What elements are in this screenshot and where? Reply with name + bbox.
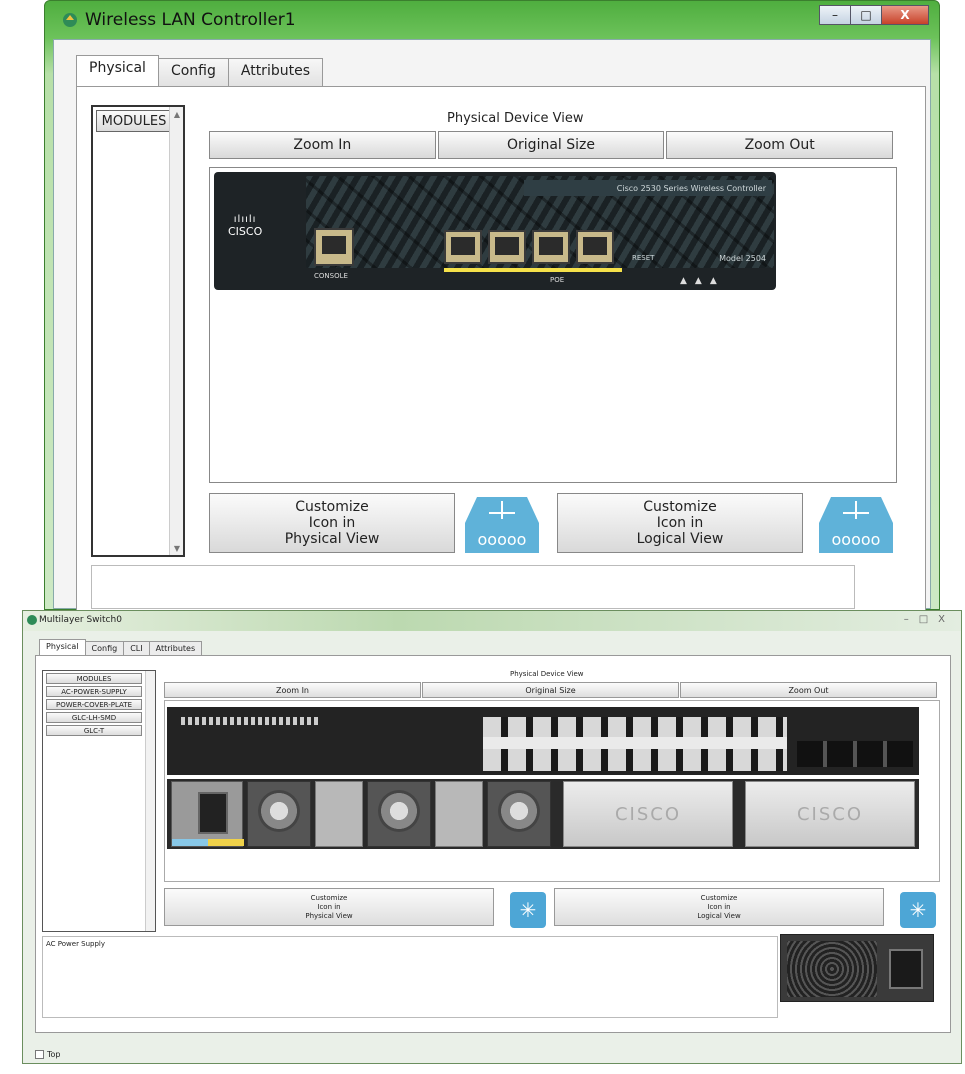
cisco-cover-plate[interactable]: CISCO [745, 781, 915, 847]
switch-rear-panel: CISCO CISCO [167, 779, 919, 849]
wlc-client-area: Physical Config Attributes MODULES ▲ ▼ P… [53, 39, 931, 612]
customize-logical-view-button[interactable]: Customize Icon in Logical View [557, 493, 803, 553]
module-item[interactable]: POWER-COVER-PLATE [46, 699, 142, 710]
tab-attributes[interactable]: Attributes [148, 641, 203, 655]
physical-device-view-title: Physical Device View [510, 670, 584, 678]
ethernet-port-3[interactable] [532, 230, 570, 264]
wlc-window: Wireless LAN Controller1 – □ X Physical … [44, 0, 940, 612]
blank-slot[interactable] [315, 781, 363, 847]
modules-scrollbar[interactable] [145, 671, 155, 931]
original-size-button[interactable]: Original Size [422, 682, 679, 698]
module-item[interactable]: GLC-LH-SMD [46, 712, 142, 723]
close-button[interactable]: X [881, 5, 929, 25]
customize-physical-view-button[interactable]: Customize Icon in Physical View [164, 888, 494, 926]
original-size-button[interactable]: Original Size [437, 131, 665, 159]
wlc-titlebar[interactable]: Wireless LAN Controller1 – □ X [45, 1, 939, 41]
modules-list[interactable]: MODULES AC-POWER-SUPPLY POWER-COVER-PLAT… [42, 670, 156, 932]
zoom-in-button[interactable]: Zoom In [164, 682, 421, 698]
cisco-logo: ılıılı CISCO [228, 214, 263, 238]
modules-list[interactable]: MODULES ▲ ▼ [91, 105, 185, 557]
module-item[interactable]: AC-POWER-SUPPLY [46, 686, 142, 697]
fan-module[interactable] [487, 781, 551, 847]
reset-label: RESET [632, 254, 655, 262]
ethernet-port-1[interactable] [444, 230, 482, 264]
info-textbox[interactable]: AC Power Supply [42, 936, 778, 1018]
ethernet-port-2[interactable] [488, 230, 526, 264]
packet-tracer-icon [27, 615, 37, 625]
tab-attributes[interactable]: Attributes [227, 58, 323, 86]
blank-slot[interactable] [435, 781, 483, 847]
modules-button[interactable]: MODULES [96, 110, 172, 132]
module-item[interactable]: MODULES [46, 673, 142, 684]
scroll-up-icon[interactable]: ▲ [170, 107, 184, 121]
top-checkbox-label: Top [47, 1050, 61, 1059]
zoom-out-button[interactable]: Zoom Out [680, 682, 937, 698]
model-label: Model 2504 [719, 254, 766, 263]
fan-module[interactable] [247, 781, 311, 847]
svg-text:ooooo: ooooo [832, 530, 881, 549]
ethernet-ports [444, 230, 614, 264]
zoom-controls: Zoom In Original Size Zoom Out [164, 682, 938, 698]
window-controls: – □ X [819, 5, 929, 25]
physical-tab-panel: MODULES AC-POWER-SUPPLY POWER-COVER-PLAT… [35, 655, 951, 1033]
info-textbox[interactable] [91, 565, 855, 609]
ethernet-port-4[interactable] [576, 230, 614, 264]
wireless-controller-icon-physical: ooooo [465, 497, 539, 553]
module-item[interactable]: GLC-T [46, 725, 142, 736]
zoom-controls: Zoom In Original Size Zoom Out [209, 131, 895, 159]
top-checkbox[interactable] [35, 1050, 44, 1059]
minimize-button[interactable]: – [819, 5, 851, 25]
multilayer-switch-window: Multilayer Switch0 –□X Physical Config C… [22, 610, 962, 1064]
power-supply-thumbnail [780, 934, 934, 1002]
tab-cli[interactable]: CLI [123, 641, 150, 655]
window-title: Wireless LAN Controller1 [85, 10, 296, 30]
customize-physical-view-button[interactable]: Customize Icon in Physical View [209, 493, 455, 553]
customize-row: Customize Icon in Physical View ooooo Cu… [209, 493, 897, 555]
footer: Top [35, 1050, 61, 1059]
poe-indicator-bar [444, 268, 622, 272]
wireless-controller-front-panel[interactable]: ılıılı CISCO Cisco 2530 Series Wireless … [214, 172, 776, 290]
wireless-controller-icon-logical: ooooo [819, 497, 893, 553]
physical-tab-panel: MODULES ▲ ▼ Physical Device View Zoom In… [76, 86, 926, 612]
window-controls[interactable]: –□X [904, 614, 955, 625]
switch-front-panel[interactable] [167, 707, 919, 775]
zoom-in-button[interactable]: Zoom In [209, 131, 436, 159]
fan-module[interactable] [367, 781, 431, 847]
tab-physical[interactable]: Physical [39, 639, 86, 655]
modules-scrollbar[interactable]: ▲ ▼ [169, 107, 183, 555]
console-port[interactable] [314, 228, 354, 266]
tab-config[interactable]: Config [157, 58, 229, 86]
packet-tracer-icon [63, 13, 77, 27]
tab-bar: Physical Config Attributes [76, 55, 323, 86]
scroll-down-icon[interactable]: ▼ [170, 541, 184, 555]
switch-port-bank[interactable] [483, 717, 787, 771]
poe-label: POE [550, 276, 565, 284]
status-led-icons: ▲▲▲ [680, 276, 725, 286]
multilayer-switch-icon-logical: ✳ [900, 892, 936, 928]
power-supply-slot[interactable] [171, 781, 244, 847]
multilayer-switch-icon-physical: ✳ [510, 892, 546, 928]
tab-physical[interactable]: Physical [76, 55, 159, 86]
tab-config[interactable]: Config [84, 641, 125, 655]
customize-logical-view-button[interactable]: Customize Icon in Logical View [554, 888, 884, 926]
device-view-canvas[interactable]: ılıılı CISCO Cisco 2530 Series Wireless … [209, 167, 897, 483]
tab-bar: Physical Config CLI Attributes [39, 639, 203, 655]
status-leds [181, 717, 321, 725]
physical-device-view-title: Physical Device View [447, 111, 584, 126]
window-title: Multilayer Switch0 [39, 615, 122, 625]
maximize-button[interactable]: □ [850, 5, 882, 25]
zoom-out-button[interactable]: Zoom Out [666, 131, 894, 159]
console-label: CONSOLE [314, 272, 348, 280]
svg-text:ooooo: ooooo [478, 530, 527, 549]
device-view-canvas[interactable]: CISCO CISCO [164, 700, 940, 882]
cisco-cover-plate[interactable]: CISCO [563, 781, 733, 847]
model-strip: Cisco 2530 Series Wireless Controller [524, 180, 772, 196]
info-text: AC Power Supply [46, 940, 106, 948]
switch-titlebar[interactable]: Multilayer Switch0 –□X [23, 611, 961, 631]
sfp-port-bank[interactable] [797, 741, 913, 767]
customize-row: Customize Icon in Physical View ✳ Custom… [164, 888, 940, 928]
